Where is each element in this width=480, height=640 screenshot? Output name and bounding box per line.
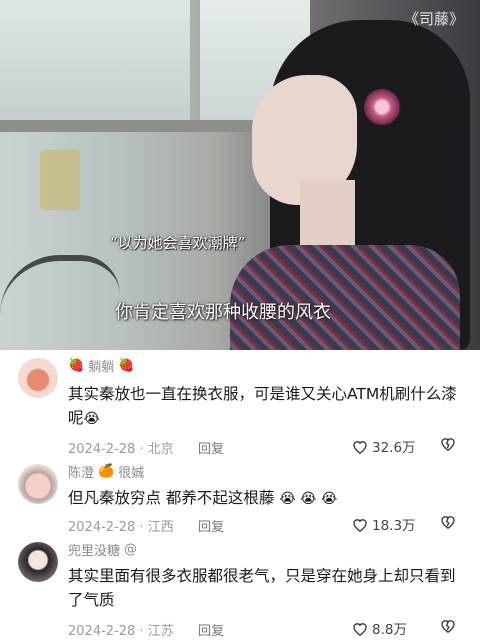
comment-text: 但凡秦放穷点 都养不起这根藤 😭 😭 😭 — [68, 486, 460, 511]
background-rail — [0, 255, 120, 350]
heart-icon — [353, 440, 367, 454]
like-button[interactable]: 18.3万 — [352, 514, 416, 534]
reply-button[interactable]: 回复 — [198, 620, 224, 639]
avatar[interactable] — [18, 358, 58, 398]
heart-icon — [353, 622, 367, 636]
orange-icon: 🍊 — [98, 464, 115, 479]
background-window — [0, 0, 190, 120]
comment-meta: 2024-2-28 · 江西 — [68, 520, 174, 535]
broken-heart-icon — [441, 516, 455, 529]
heart-icon — [353, 518, 367, 532]
video-watermark: 《司藤》 — [403, 10, 464, 28]
strawberry-icon: 🍓 — [68, 358, 85, 373]
comment-username[interactable]: 兜里没糖 @ — [68, 540, 137, 559]
dislike-button[interactable] — [440, 514, 456, 533]
reply-button[interactable]: 回复 — [198, 438, 224, 457]
reply-button[interactable]: 回复 — [198, 516, 224, 535]
comment-text: 其实里面有很多衣服都很老气，只是穿在她身上却只看到了气质 — [68, 567, 456, 609]
video-frame[interactable]: 《司藤》 “以为她会喜欢潮牌” 你肯定喜欢那种收腰的风衣 — [0, 0, 480, 350]
crying-emoji: 😭 — [83, 411, 100, 427]
comment-item: 陈澄 🍊 很娍 但凡秦放穷点 都养不起这根藤 😭 😭 😭 2024-2-28 ·… — [0, 458, 480, 540]
subtitle-main: 你肯定喜欢那种收腰的风衣 — [115, 302, 331, 323]
like-button[interactable]: 32.6万 — [352, 436, 416, 456]
comment-meta: 2024-2-28 · 江苏 — [68, 624, 174, 639]
subtitle-top: “以为她会喜欢潮牌” — [110, 234, 246, 252]
like-count: 18.3万 — [372, 518, 416, 534]
strawberry-icon: 🍓 — [118, 358, 135, 373]
crying-emoji: 😭 😭 😭 — [279, 491, 338, 507]
comment-text: 其实秦放也一直在换衣服，可是谁又关心ATM机刷什么漆呢😭 — [68, 382, 460, 431]
broken-heart-icon — [441, 620, 455, 633]
avatar[interactable] — [18, 542, 58, 582]
like-count: 32.6万 — [372, 440, 416, 456]
comment-item: 兜里没糖 @ 其实里面有很多衣服都很老气，只是穿在她身上却只看到了气质 2024… — [0, 538, 480, 640]
background-object — [40, 150, 80, 210]
avatar[interactable] — [18, 464, 58, 504]
dislike-button[interactable] — [440, 618, 456, 637]
like-button[interactable]: 8.8万 — [352, 618, 407, 638]
comment-username[interactable]: 🍓 躺躺 🍓 — [68, 356, 134, 375]
hair-clip — [360, 85, 404, 129]
comment-item: 🍓 躺躺 🍓 其实秦放也一直在换衣服，可是谁又关心ATM机刷什么漆呢😭 2024… — [0, 350, 480, 460]
like-count: 8.8万 — [372, 622, 407, 638]
dislike-button[interactable] — [440, 436, 456, 455]
broken-heart-icon — [441, 438, 455, 451]
comment-username[interactable]: 陈澄 🍊 很娍 — [68, 462, 144, 481]
comment-meta: 2024-2-28 · 北京 — [68, 442, 174, 457]
